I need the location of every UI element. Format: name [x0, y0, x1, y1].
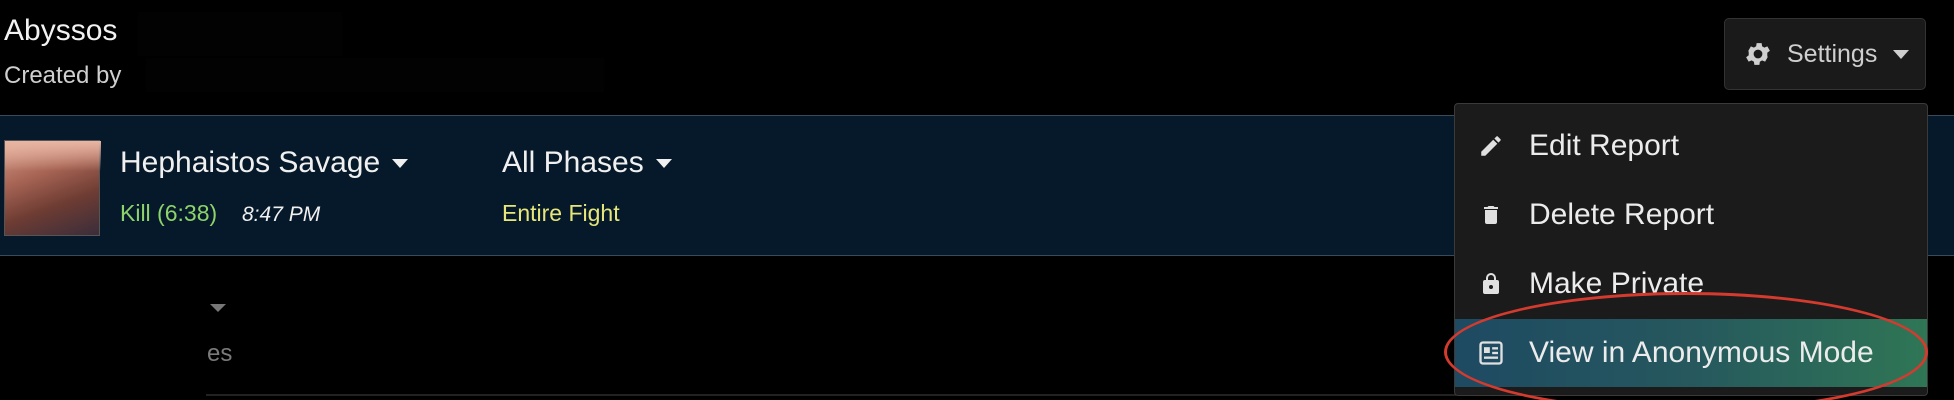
- boss-name: Hephaistos Savage: [120, 146, 381, 179]
- menu-item-delete-report[interactable]: Delete Report: [1455, 181, 1927, 249]
- settings-label: Settings: [1787, 39, 1878, 68]
- menu-item-label: Edit Report: [1529, 129, 1680, 162]
- title-redaction: [138, 12, 342, 56]
- divider: [206, 394, 1456, 396]
- menu-item-label: Delete Report: [1529, 198, 1715, 231]
- trash-icon: [1477, 202, 1505, 228]
- menu-item-label: Make Private: [1529, 267, 1705, 300]
- menu-item-label: View in Anonymous Mode: [1529, 336, 1874, 369]
- pencil-icon: [1477, 133, 1505, 159]
- report-title: Abyssos: [4, 14, 118, 47]
- chevron-down-icon[interactable]: [210, 304, 226, 312]
- phase-selector[interactable]: All Phases: [502, 146, 672, 180]
- chevron-down-icon: [1893, 49, 1910, 59]
- fight-time: 8:47 PM: [242, 203, 321, 226]
- anonymous-mode-icon: [1477, 339, 1505, 367]
- settings-button[interactable]: Settings: [1724, 18, 1926, 90]
- kill-result: Kill (6:38): [120, 200, 218, 226]
- menu-item-make-private[interactable]: Make Private: [1455, 250, 1927, 318]
- gear-icon: [1743, 39, 1773, 69]
- partial-text: es: [207, 340, 233, 367]
- creator-redaction: [146, 58, 604, 92]
- boss-selector[interactable]: Hephaistos Savage: [120, 146, 409, 180]
- chevron-down-icon: [392, 158, 409, 168]
- created-by-label: Created by: [4, 62, 122, 89]
- lock-icon: [1477, 270, 1505, 298]
- menu-item-view-anonymous-mode[interactable]: View in Anonymous Mode: [1455, 319, 1927, 387]
- boss-portrait: [4, 140, 101, 236]
- chevron-down-icon: [655, 158, 672, 168]
- menu-item-edit-report[interactable]: Edit Report: [1455, 112, 1927, 180]
- phase-label: All Phases: [502, 146, 644, 179]
- phase-range: Entire Fight: [502, 200, 620, 226]
- settings-dropdown-menu: Edit Report Delete Report Make Private V…: [1454, 103, 1928, 396]
